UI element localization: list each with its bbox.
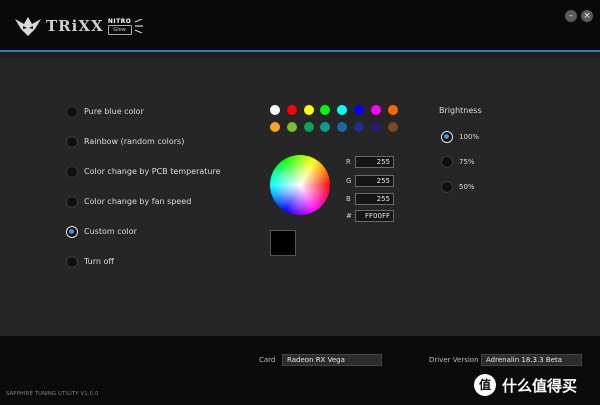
color-swatch[interactable] (270, 105, 280, 115)
radio-brightness-1[interactable] (441, 131, 453, 143)
r-input[interactable]: 255 (355, 156, 394, 168)
option-label-pure-blue[interactable]: Pure blue color (84, 107, 144, 116)
color-swatch[interactable] (354, 122, 364, 132)
r-label: R (346, 158, 351, 166)
color-swatch[interactable] (370, 105, 381, 115)
color-swatch[interactable] (286, 105, 297, 115)
radio-pcb-temp[interactable] (66, 166, 78, 178)
option-label-fan-speed[interactable]: Color change by fan speed (84, 197, 191, 206)
color-swatch[interactable] (303, 105, 314, 115)
color-wheel[interactable] (270, 155, 330, 215)
color-swatch[interactable] (286, 122, 297, 132)
b-label: B (346, 195, 351, 203)
app-version: SAPPHIRE TUNING UTILITY V1.0.0 (6, 391, 99, 397)
radio-brightness-2[interactable] (441, 156, 453, 168)
driver-version-label: Driver Version (429, 356, 479, 364)
color-swatch[interactable] (303, 122, 314, 132)
brightness-label-3[interactable]: 50% (459, 183, 475, 191)
minimize-button[interactable]: – (565, 10, 577, 22)
radio-fan-speed[interactable] (66, 196, 78, 208)
card-label: Card (259, 356, 276, 364)
option-label-turn-off[interactable]: Turn off (84, 257, 114, 266)
g-input[interactable]: 255 (355, 175, 394, 187)
brightness-title: Brightness (439, 106, 482, 115)
close-button[interactable]: × (581, 10, 593, 22)
b-input[interactable]: 255 (355, 193, 394, 205)
radio-custom-color[interactable] (66, 226, 78, 238)
brightness-label-2[interactable]: 75% (459, 158, 475, 166)
color-swatch[interactable] (370, 122, 381, 132)
nitro-label: NITRO (107, 17, 132, 25)
color-swatch[interactable] (270, 122, 280, 132)
option-label-rainbow[interactable]: Rainbow (random colors) (84, 137, 184, 146)
watermark: 值 什么值得买 (474, 374, 577, 396)
watermark-text: 什么值得买 (502, 376, 578, 395)
option-label-pcb-temp[interactable]: Color change by PCB temperature (84, 167, 221, 176)
trixx-logo: TRiXX NITRO Glow (14, 12, 144, 40)
g-label: G (346, 177, 352, 185)
color-preview (270, 230, 296, 256)
logo-wordmark: TRiXX (46, 17, 104, 35)
color-swatch[interactable] (354, 105, 364, 115)
radio-turn-off[interactable] (66, 256, 78, 268)
nitro-glow-badge: NITRO Glow (107, 17, 132, 35)
radio-rainbow[interactable] (66, 136, 78, 148)
brightness-label-1[interactable]: 100% (459, 133, 479, 141)
color-swatch[interactable] (387, 122, 398, 132)
option-label-custom-color[interactable]: Custom color (84, 227, 137, 236)
title-bar: TRiXX NITRO Glow – × (0, 0, 600, 50)
card-field: Radeon RX Vega (282, 354, 382, 366)
radio-brightness-3[interactable] (441, 181, 453, 193)
header-accent-line (0, 50, 600, 52)
glow-rays-icon (134, 19, 143, 33)
watermark-icon: 值 (474, 374, 496, 396)
hex-label: # (346, 212, 352, 220)
hex-input[interactable]: FF00FF (355, 210, 394, 222)
radio-pure-blue[interactable] (66, 106, 78, 118)
wolf-logo-icon (15, 17, 41, 36)
color-swatch[interactable] (387, 105, 398, 115)
driver-version-field: Adrenalin 18.3.3 Beta (481, 354, 582, 366)
nitro-sub-label: Glow (107, 24, 132, 35)
